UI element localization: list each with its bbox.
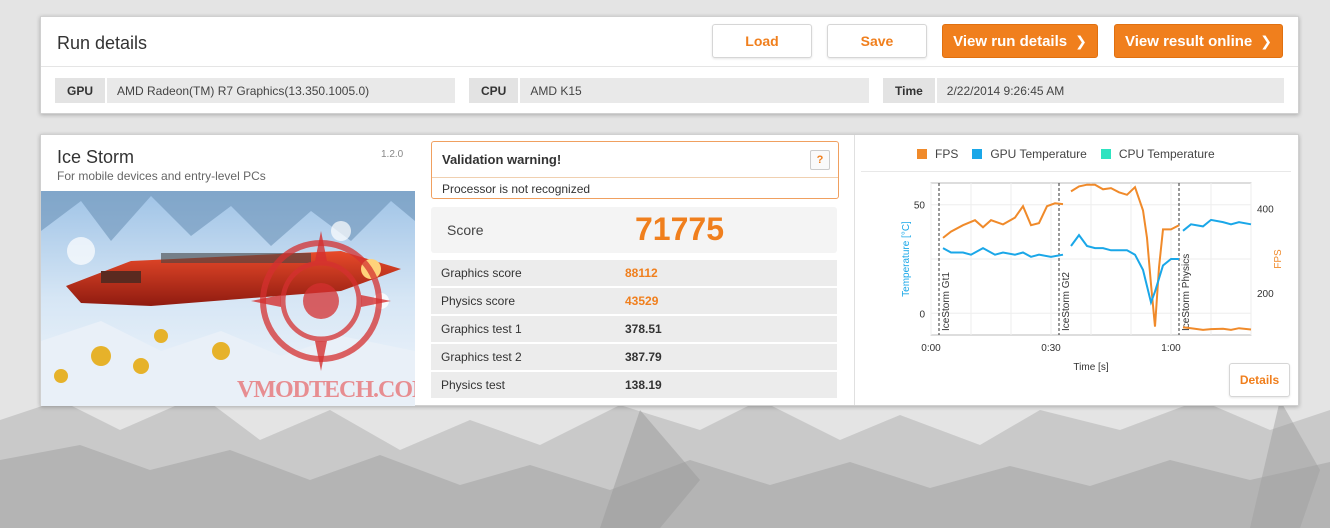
legend-item-cpu-temperature: CPU Temperature bbox=[1100, 147, 1215, 161]
load-button[interactable]: Load bbox=[712, 24, 812, 58]
legend-swatch-gpu bbox=[972, 149, 983, 159]
score-value: 71775 bbox=[635, 211, 724, 247]
x-axis-label: Time [s] bbox=[1073, 362, 1108, 373]
results-list: Graphics score 88112 Physics score 43529… bbox=[431, 260, 837, 400]
segment-label: IceStorm Gt1 bbox=[941, 272, 952, 331]
chevron-right-icon: ❯ bbox=[1260, 32, 1272, 49]
divider bbox=[854, 135, 855, 405]
x-tick-label: 0:30 bbox=[1041, 343, 1061, 354]
save-button[interactable]: Save bbox=[827, 24, 927, 58]
divider bbox=[861, 171, 1291, 172]
result-row: Physics score 43529 bbox=[431, 288, 837, 314]
view-run-details-button[interactable]: View run details ❯ bbox=[942, 24, 1098, 58]
run-details-panel: Run details Load Save View run details ❯… bbox=[40, 16, 1299, 114]
view-result-online-button[interactable]: View result online ❯ bbox=[1114, 24, 1283, 58]
chevron-right-icon: ❯ bbox=[1075, 32, 1087, 49]
cpu-label: CPU bbox=[469, 78, 521, 103]
result-value: 138.19 bbox=[625, 378, 662, 392]
result-value: 43529 bbox=[625, 294, 659, 308]
run-details-title: Run details bbox=[57, 33, 148, 53]
divider bbox=[432, 177, 838, 178]
result-value: 387.79 bbox=[625, 350, 662, 364]
result-label: Physics test bbox=[441, 378, 506, 392]
result-row: Graphics test 2 387.79 bbox=[431, 344, 837, 370]
result-row: Physics test 138.19 bbox=[431, 372, 837, 398]
view-run-details-label: View run details bbox=[953, 32, 1068, 50]
watermark: VMODTECH.COM bbox=[237, 377, 415, 403]
legend-swatch-cpu bbox=[1100, 149, 1111, 159]
x-tick-label: 1:00 bbox=[1161, 343, 1181, 354]
result-row: Graphics test 1 378.51 bbox=[431, 316, 837, 342]
test-version: 1.2.0 bbox=[381, 149, 404, 160]
result-label: Graphics score bbox=[441, 266, 522, 280]
validation-warning: Validation warning! ? Processor is not r… bbox=[431, 141, 839, 199]
score-label: Score bbox=[447, 222, 484, 238]
result-value: 378.51 bbox=[625, 322, 662, 336]
result-label: Physics score bbox=[441, 294, 516, 308]
test-name: Ice Storm bbox=[57, 147, 135, 167]
legend-item-fps: FPS bbox=[917, 147, 958, 161]
segment-label: IceStorm Gt2 bbox=[1061, 272, 1072, 331]
segment-label: IceStorm Physics bbox=[1181, 254, 1192, 331]
result-label: Graphics test 1 bbox=[441, 322, 522, 336]
legend-swatch-fps bbox=[917, 149, 927, 159]
legend-item-gpu-temperature: GPU Temperature bbox=[972, 147, 1087, 161]
y-left-tick-label: 0 bbox=[919, 309, 925, 320]
test-result-panel: Ice Storm For mobile devices and entry-l… bbox=[40, 134, 1299, 406]
warning-text: Processor is not recognized bbox=[442, 182, 591, 196]
warning-title: Validation warning! bbox=[442, 152, 562, 167]
cpu-value: AMD K15 bbox=[530, 83, 582, 98]
gpu-info: GPU AMD Radeon(TM) R7 Graphics(13.350.10… bbox=[55, 78, 455, 103]
y-left-tick-label: 50 bbox=[914, 201, 926, 212]
time-label: Time bbox=[883, 78, 937, 103]
time-value: 2/22/2014 9:26:45 AM bbox=[946, 83, 1065, 98]
legend-label: FPS bbox=[935, 147, 959, 161]
y-right-axis-label: FPS bbox=[1273, 249, 1284, 269]
test-subtitle: For mobile devices and entry-level PCs bbox=[57, 169, 266, 183]
y-right-tick-label: 200 bbox=[1257, 289, 1274, 300]
y-right-tick-label: 400 bbox=[1257, 204, 1274, 215]
cpu-info: CPU AMD K15 bbox=[469, 78, 869, 103]
result-label: Graphics test 2 bbox=[441, 350, 522, 364]
score-box: Score 71775 bbox=[431, 207, 837, 253]
test-banner-image: VMODTECH.COM bbox=[41, 191, 415, 406]
chart-legend: FPS GPU Temperature CPU Temperature bbox=[917, 147, 1229, 161]
performance-chart: IceStorm Gt1 IceStorm Gt2 IceStorm Physics… bbox=[901, 182, 1284, 373]
gpu-label: GPU bbox=[55, 78, 108, 103]
result-value: 88112 bbox=[625, 266, 658, 280]
gpu-value: AMD Radeon(TM) R7 Graphics(13.350.1005.0… bbox=[117, 83, 370, 98]
legend-label: GPU Temperature bbox=[990, 147, 1087, 161]
ice-storm-artwork bbox=[41, 191, 415, 406]
legend-label: CPU Temperature bbox=[1118, 147, 1215, 161]
view-result-online-label: View result online bbox=[1125, 32, 1253, 50]
time-info: Time 2/22/2014 9:26:45 AM bbox=[883, 78, 1284, 103]
result-row: Graphics score 88112 bbox=[431, 260, 837, 286]
help-icon[interactable]: ? bbox=[810, 150, 830, 170]
divider bbox=[41, 66, 1298, 67]
y-left-axis-label: Temperature [°C] bbox=[901, 221, 912, 297]
details-button[interactable]: Details bbox=[1229, 363, 1290, 397]
x-tick-label: 0:00 bbox=[921, 343, 941, 354]
